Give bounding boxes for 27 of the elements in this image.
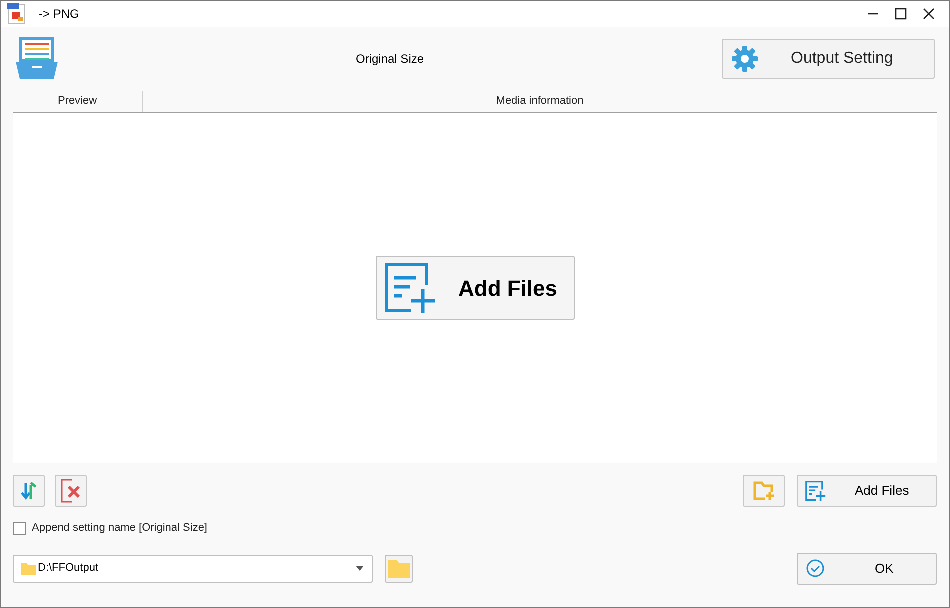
maximize-icon[interactable] [895, 8, 907, 20]
setting-name: Original Size [356, 51, 426, 68]
checkbox-label: Append setting name [Original Size] [32, 521, 208, 536]
remove-file-icon [60, 479, 82, 503]
add-files-button[interactable]: Add Files [797, 475, 937, 507]
remove-button[interactable] [55, 475, 87, 507]
output-folder-dropdown[interactable]: D:\FFOutput [13, 554, 373, 582]
add-file-icon [384, 263, 436, 313]
ok-button[interactable]: OK [797, 552, 937, 584]
folder-icon [388, 559, 410, 578]
folder-plus-icon [753, 481, 775, 501]
swap-arrows-icon [19, 481, 39, 501]
check-circle-icon [806, 559, 825, 578]
output-folder-path: D:\FFOutput [38, 561, 99, 576]
add-files-button[interactable]: Add Files [376, 256, 574, 320]
checkbox[interactable] [13, 522, 26, 535]
file-box-icon [15, 37, 59, 81]
add-file-icon [805, 481, 827, 501]
close-icon[interactable] [923, 8, 935, 20]
gear-icon [731, 45, 759, 73]
column-header[interactable]: Preview [13, 91, 143, 112]
sort-button[interactable] [13, 475, 45, 507]
caret-icon [356, 566, 364, 571]
output-setting-button[interactable]: Output Setting [722, 39, 935, 79]
window-title: -> PNG [39, 6, 80, 23]
column-header[interactable]: Media information [143, 91, 937, 112]
folder-icon [21, 562, 36, 575]
